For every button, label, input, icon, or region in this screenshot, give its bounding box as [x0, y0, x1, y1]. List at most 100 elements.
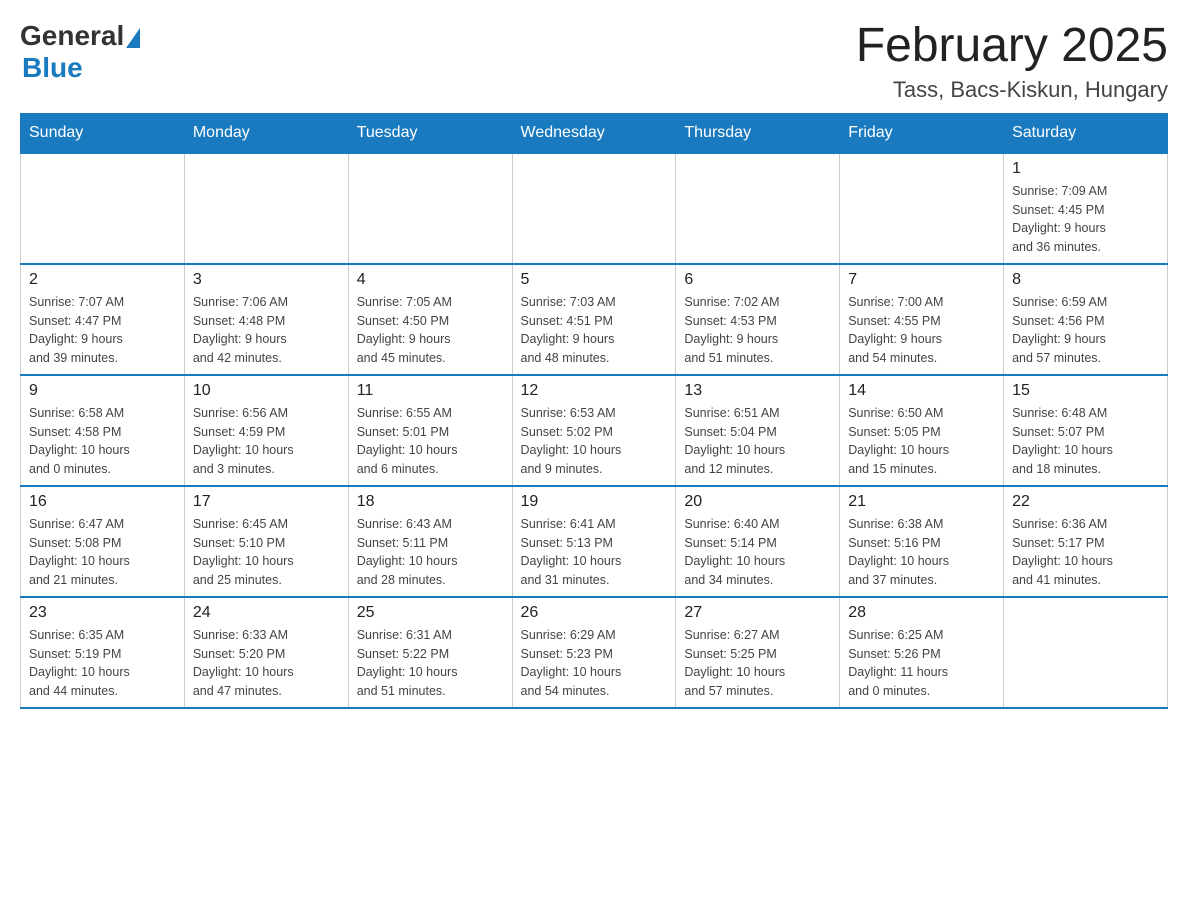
day-number: 23 [29, 604, 176, 622]
calendar-cell: 5Sunrise: 7:03 AM Sunset: 4:51 PM Daylig… [512, 264, 676, 375]
calendar-header-sunday: Sunday [21, 113, 185, 153]
calendar-cell: 20 Sunrise: 6:40 AM Sunset: 5:14 PM Dayli… [676, 486, 840, 597]
day-info: Sunrise: 6:48 AM Sunset: 5:07 PM Dayligh… [1012, 404, 1159, 479]
calendar-cell: 7 Sunrise: 7:00 AM Sunset: 4:55 PM Daylig… [840, 264, 1004, 375]
calendar-cell: 17 Sunrise: 6:45 AM Sunset: 5:10 PM Dayli… [184, 486, 348, 597]
calendar-cell: 8 Sunrise: 6:59 AM Sunset: 4:56 PM Daylig… [1004, 264, 1168, 375]
day-info: Sunrise: 6:40 AM Sunset: 5:14 PM Dayligh… [684, 515, 831, 590]
calendar-cell: 28Sunrise: 6:25 AM Sunset: 5:26 PM Dayli… [840, 597, 1004, 708]
page-header: General Blue February 2025 Tass, Bacs-Ki… [20, 20, 1168, 103]
calendar-cell: 10Sunrise: 6:56 AM Sunset: 4:59 PM Dayli… [184, 375, 348, 486]
day-info: Sunrise: 7:05 AM Sunset: 4:50 PM Dayligh… [357, 293, 504, 368]
calendar-cell [512, 153, 676, 264]
day-number: 6 [684, 271, 831, 289]
day-number: 17 [193, 493, 340, 511]
calendar-cell: 13 Sunrise: 6:51 AM Sunset: 5:04 PM Dayli… [676, 375, 840, 486]
day-number: 22 [1012, 493, 1159, 511]
day-number: 27 [684, 604, 831, 622]
calendar-cell: 6 Sunrise: 7:02 AM Sunset: 4:53 PM Daylig… [676, 264, 840, 375]
day-info: Sunrise: 6:38 AM Sunset: 5:16 PM Dayligh… [848, 515, 995, 590]
day-info: Sunrise: 6:53 AM Sunset: 5:02 PM Dayligh… [521, 404, 668, 479]
calendar-cell [184, 153, 348, 264]
day-info: Sunrise: 6:58 AM Sunset: 4:58 PM Dayligh… [29, 404, 176, 479]
day-number: 19 [521, 493, 668, 511]
calendar-week-5: 23 Sunrise: 6:35 AM Sunset: 5:19 PM Dayli… [21, 597, 1168, 708]
day-info: Sunrise: 7:06 AM Sunset: 4:48 PM Dayligh… [193, 293, 340, 368]
logo-triangle-icon [126, 28, 140, 48]
calendar-cell: 18Sunrise: 6:43 AM Sunset: 5:11 PM Dayli… [348, 486, 512, 597]
day-number: 8 [1012, 271, 1159, 289]
calendar-header-thursday: Thursday [676, 113, 840, 153]
day-info: Sunrise: 6:56 AM Sunset: 4:59 PM Dayligh… [193, 404, 340, 479]
calendar-cell: 2 Sunrise: 7:07 AM Sunset: 4:47 PM Daylig… [21, 264, 185, 375]
day-number: 9 [29, 382, 176, 400]
day-info: Sunrise: 6:59 AM Sunset: 4:56 PM Dayligh… [1012, 293, 1159, 368]
day-info: Sunrise: 6:41 AM Sunset: 5:13 PM Dayligh… [521, 515, 668, 590]
day-number: 13 [684, 382, 831, 400]
calendar-cell: 3 Sunrise: 7:06 AM Sunset: 4:48 PM Daylig… [184, 264, 348, 375]
day-info: Sunrise: 7:07 AM Sunset: 4:47 PM Dayligh… [29, 293, 176, 368]
calendar-cell: 19 Sunrise: 6:41 AM Sunset: 5:13 PM Dayli… [512, 486, 676, 597]
calendar-cell [21, 153, 185, 264]
day-info: Sunrise: 6:36 AM Sunset: 5:17 PM Dayligh… [1012, 515, 1159, 590]
day-number: 24 [193, 604, 340, 622]
day-info: Sunrise: 6:50 AM Sunset: 5:05 PM Dayligh… [848, 404, 995, 479]
calendar-header-monday: Monday [184, 113, 348, 153]
logo: General Blue [20, 20, 140, 84]
day-info: Sunrise: 6:35 AM Sunset: 5:19 PM Dayligh… [29, 626, 176, 701]
day-number: 2 [29, 271, 176, 289]
day-info: Sunrise: 6:33 AM Sunset: 5:20 PM Dayligh… [193, 626, 340, 701]
calendar-header-tuesday: Tuesday [348, 113, 512, 153]
day-info: Sunrise: 6:25 AM Sunset: 5:26 PM Dayligh… [848, 626, 995, 701]
day-info: Sunrise: 7:09 AM Sunset: 4:45 PM Dayligh… [1012, 182, 1159, 257]
day-number: 25 [357, 604, 504, 622]
location-title: Tass, Bacs-Kiskun, Hungary [856, 77, 1168, 103]
calendar-week-2: 2 Sunrise: 7:07 AM Sunset: 4:47 PM Daylig… [21, 264, 1168, 375]
title-section: February 2025 Tass, Bacs-Kiskun, Hungary [856, 20, 1168, 103]
calendar-cell: 23 Sunrise: 6:35 AM Sunset: 5:19 PM Dayli… [21, 597, 185, 708]
day-number: 16 [29, 493, 176, 511]
day-number: 11 [357, 382, 504, 400]
day-number: 3 [193, 271, 340, 289]
calendar-cell: 1 Sunrise: 7:09 AM Sunset: 4:45 PM Daylig… [1004, 153, 1168, 264]
calendar-cell: 24 Sunrise: 6:33 AM Sunset: 5:20 PM Dayli… [184, 597, 348, 708]
calendar-header-wednesday: Wednesday [512, 113, 676, 153]
day-number: 5 [521, 271, 668, 289]
day-number: 26 [521, 604, 668, 622]
calendar-cell: 4 Sunrise: 7:05 AM Sunset: 4:50 PM Daylig… [348, 264, 512, 375]
day-number: 20 [684, 493, 831, 511]
calendar-cell: 14 Sunrise: 6:50 AM Sunset: 5:05 PM Dayli… [840, 375, 1004, 486]
calendar-table: SundayMondayTuesdayWednesdayThursdayFrid… [20, 113, 1168, 709]
day-info: Sunrise: 7:00 AM Sunset: 4:55 PM Dayligh… [848, 293, 995, 368]
day-info: Sunrise: 6:43 AM Sunset: 5:11 PM Dayligh… [357, 515, 504, 590]
calendar-cell: 12 Sunrise: 6:53 AM Sunset: 5:02 PM Dayli… [512, 375, 676, 486]
day-info: Sunrise: 6:55 AM Sunset: 5:01 PM Dayligh… [357, 404, 504, 479]
calendar-cell [840, 153, 1004, 264]
calendar-week-4: 16 Sunrise: 6:47 AM Sunset: 5:08 PM Dayli… [21, 486, 1168, 597]
day-number: 14 [848, 382, 995, 400]
calendar-cell: 9 Sunrise: 6:58 AM Sunset: 4:58 PM Daylig… [21, 375, 185, 486]
day-info: Sunrise: 6:27 AM Sunset: 5:25 PM Dayligh… [684, 626, 831, 701]
calendar-cell: 26Sunrise: 6:29 AM Sunset: 5:23 PM Dayli… [512, 597, 676, 708]
day-info: Sunrise: 6:45 AM Sunset: 5:10 PM Dayligh… [193, 515, 340, 590]
logo-general-text: General [20, 20, 124, 52]
calendar-cell: 22 Sunrise: 6:36 AM Sunset: 5:17 PM Dayli… [1004, 486, 1168, 597]
calendar-header-saturday: Saturday [1004, 113, 1168, 153]
calendar-cell: 21Sunrise: 6:38 AM Sunset: 5:16 PM Dayli… [840, 486, 1004, 597]
calendar-header-friday: Friday [840, 113, 1004, 153]
day-info: Sunrise: 7:02 AM Sunset: 4:53 PM Dayligh… [684, 293, 831, 368]
calendar-header-row: SundayMondayTuesdayWednesdayThursdayFrid… [21, 113, 1168, 153]
day-info: Sunrise: 6:47 AM Sunset: 5:08 PM Dayligh… [29, 515, 176, 590]
calendar-week-3: 9 Sunrise: 6:58 AM Sunset: 4:58 PM Daylig… [21, 375, 1168, 486]
day-number: 12 [521, 382, 668, 400]
calendar-week-1: 1 Sunrise: 7:09 AM Sunset: 4:45 PM Daylig… [21, 153, 1168, 264]
day-number: 7 [848, 271, 995, 289]
day-number: 4 [357, 271, 504, 289]
calendar-cell: 15Sunrise: 6:48 AM Sunset: 5:07 PM Dayli… [1004, 375, 1168, 486]
calendar-cell: 16 Sunrise: 6:47 AM Sunset: 5:08 PM Dayli… [21, 486, 185, 597]
day-info: Sunrise: 6:31 AM Sunset: 5:22 PM Dayligh… [357, 626, 504, 701]
calendar-cell: 25 Sunrise: 6:31 AM Sunset: 5:22 PM Dayli… [348, 597, 512, 708]
day-info: Sunrise: 6:51 AM Sunset: 5:04 PM Dayligh… [684, 404, 831, 479]
calendar-cell: 27 Sunrise: 6:27 AM Sunset: 5:25 PM Dayli… [676, 597, 840, 708]
day-number: 1 [1012, 160, 1159, 178]
